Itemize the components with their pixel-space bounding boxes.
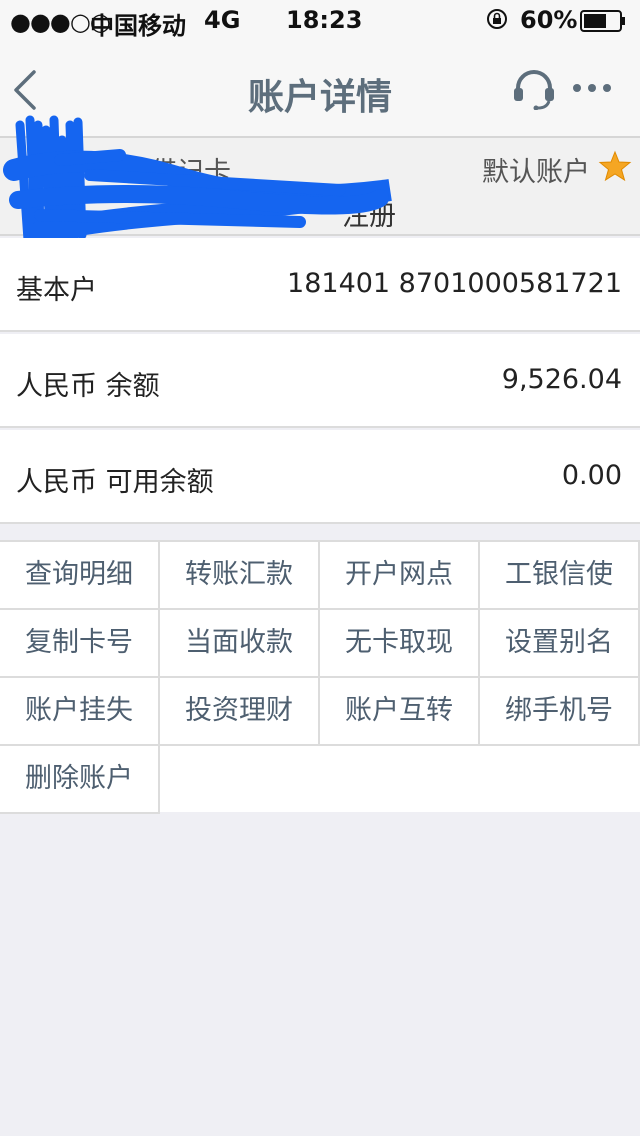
balance-row: 人民币 余额 9,526.04 <box>0 334 640 428</box>
investment-button[interactable]: 投资理财 <box>160 678 320 746</box>
account-transfer-button[interactable]: 账户互转 <box>320 678 480 746</box>
query-details-button[interactable]: 查询明细 <box>0 542 160 610</box>
carrier-name: 中国移动 <box>90 12 186 40</box>
balance-value: 9,526.04 <box>501 364 622 395</box>
default-account-label: 默认账户 <box>482 157 590 188</box>
cardless-withdraw-button[interactable]: 无卡取现 <box>320 610 480 678</box>
battery-icon <box>580 10 625 32</box>
copy-card-number-button[interactable]: 复制卡号 <box>0 610 160 678</box>
account-type-label: 基本户 <box>16 275 97 306</box>
available-balance-row: 人民币 可用余额 0.00 <box>0 430 640 524</box>
in-person-receive-button[interactable]: 当面收款 <box>160 610 320 678</box>
status-time: 18:23 <box>286 6 363 34</box>
battery-percent: 60% <box>520 6 578 34</box>
transfer-remit-button[interactable]: 转账汇款 <box>160 542 320 610</box>
customer-service-headset-icon[interactable] <box>512 68 556 110</box>
account-number: 181401 8701000581721 <box>287 268 622 299</box>
available-balance-value: 0.00 <box>561 460 622 491</box>
branch-location-button[interactable]: 开户网点 <box>320 542 480 610</box>
star-icon <box>598 150 632 182</box>
network-type: 4G <box>204 6 241 34</box>
delete-account-button[interactable]: 删除账户 <box>0 746 160 814</box>
account-type-row: 基本户 181401 8701000581721 <box>0 238 640 332</box>
report-loss-button[interactable]: 账户挂失 <box>0 678 160 746</box>
more-options-icon[interactable] <box>572 78 612 98</box>
icbc-messenger-button[interactable]: 工银信使 <box>480 542 640 610</box>
rotation-lock-icon <box>487 9 507 29</box>
redaction-scribble <box>3 115 392 247</box>
balance-label: 人民币 余额 <box>16 371 160 402</box>
available-balance-label: 人民币 可用余额 <box>16 467 214 498</box>
function-grid: 查询明细 转账汇款 开户网点 工银信使 复制卡号 当面收款 无卡取现 设置别名 … <box>0 540 640 814</box>
set-alias-button[interactable]: 设置别名 <box>480 610 640 678</box>
status-bar: ●●●○○ 中国移动 4G 18:23 60% <box>0 0 640 40</box>
bind-phone-button[interactable]: 绑手机号 <box>480 678 640 746</box>
